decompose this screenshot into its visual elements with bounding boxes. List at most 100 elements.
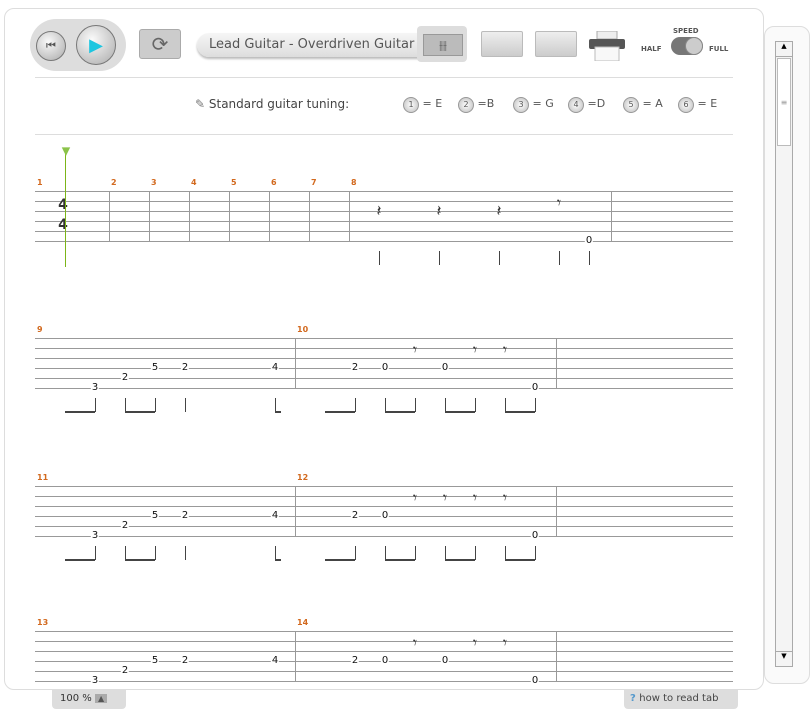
loop-button[interactable]: ⟳ (139, 29, 181, 59)
note-stem (95, 546, 96, 560)
tuning-peg-1[interactable]: 1 = E (403, 97, 442, 113)
note-stem (95, 398, 96, 412)
note-stem (275, 546, 276, 560)
barline (556, 486, 557, 536)
note-stem (155, 398, 156, 412)
help-icon: ? (630, 693, 640, 704)
note-beam (445, 411, 475, 413)
mixer-button[interactable]: ⫲⫲ (417, 26, 467, 62)
string-number: 6 (678, 97, 694, 113)
tuning-peg-4[interactable]: 4 =D (568, 97, 605, 113)
playhead[interactable] (65, 149, 66, 267)
measure-number: 12 (297, 473, 309, 482)
staff-line (35, 671, 733, 672)
track-selector[interactable]: Lead Guitar - Overdriven Guitar (197, 33, 439, 57)
playhead-marker-icon[interactable]: ▼ (62, 145, 70, 158)
measure-number: 7 (311, 178, 317, 187)
rewind-button[interactable]: ⏮ (36, 31, 66, 61)
string-note: =D (587, 97, 606, 110)
speed-half-label: HALF (641, 45, 662, 53)
barline (295, 486, 296, 536)
barline (269, 191, 270, 241)
fullscreen-button[interactable] (535, 31, 577, 57)
how-to-read-tab-button[interactable]: ? how to read tab (624, 689, 738, 709)
fret-number: 5 (150, 655, 160, 666)
eighth-rest-icon: 𝄾 (412, 340, 418, 359)
fret-number: 2 (120, 520, 130, 531)
tab-viewer: ⏮ ▶ ⟳ Lead Guitar - Overdriven Guitar ⫲⫲… (4, 8, 764, 690)
speed-switch[interactable] (671, 37, 703, 55)
staff-line (35, 651, 733, 652)
eighth-rest-icon: 𝄾 (556, 193, 562, 212)
play-button[interactable]: ▶ (76, 25, 116, 65)
note-beam (275, 411, 281, 413)
staff-line (35, 506, 733, 507)
vertical-scrollbar[interactable]: ▲ ≡ ▼ (775, 41, 793, 667)
fret-number: 0 (380, 362, 390, 373)
toolbar: ⏮ ▶ ⟳ Lead Guitar - Overdriven Guitar ⫲⫲… (5, 9, 763, 79)
scroll-up-arrow[interactable]: ▲ (776, 42, 792, 57)
eighth-rest-icon: 𝄾 (472, 340, 478, 359)
measure-number: 14 (297, 618, 309, 627)
tuning-peg-5[interactable]: 5 = A (623, 97, 663, 113)
fret-number: 4 (270, 655, 280, 666)
fret-number: 2 (120, 372, 130, 383)
string-note: =B (477, 97, 495, 110)
print-button[interactable] (589, 30, 625, 62)
scroll-panel: ▲ ≡ ▼ (764, 26, 810, 684)
note-stem (155, 546, 156, 560)
quarter-rest-icon: 𝄽 (436, 201, 442, 220)
printer-icon (589, 30, 625, 62)
barline (295, 338, 296, 388)
note-stem (475, 398, 476, 412)
note-beam (325, 559, 355, 561)
string-note: = E (697, 97, 718, 110)
tuner-button[interactable] (481, 31, 523, 57)
staff-line (35, 388, 733, 389)
note-stem (185, 398, 186, 412)
tuning-label: ✎ Standard guitar tuning: (195, 97, 349, 111)
staff-line (35, 496, 733, 497)
note-beam (125, 559, 155, 561)
fret-number: 4 (270, 510, 280, 521)
fret-number: 5 (150, 510, 160, 521)
zoom-up-icon[interactable]: ▲ (94, 694, 108, 703)
scroll-down-arrow[interactable]: ▼ (776, 651, 792, 666)
barline (556, 631, 557, 681)
help-label: how to read tab (639, 693, 719, 704)
divider (35, 134, 733, 135)
scroll-thumb[interactable]: ≡ (777, 58, 791, 146)
measure-number: 13 (37, 618, 49, 627)
speed-toggle[interactable]: SPEED HALF FULL (641, 27, 733, 61)
fret-number: 0 (530, 530, 540, 541)
eighth-rest-icon: 𝄾 (472, 488, 478, 507)
divider (35, 77, 733, 78)
eighth-rest-icon: 𝄾 (502, 488, 508, 507)
mixer-icon: ⫲⫲ (423, 34, 463, 56)
measure-number: 10 (297, 325, 309, 334)
fret-number: 0 (584, 235, 594, 246)
fret-number: 0 (530, 382, 540, 393)
zoom-value: 100 % (60, 693, 92, 704)
note-stem (415, 546, 416, 560)
fret-number: 3 (90, 382, 100, 393)
barline (611, 191, 612, 241)
fret-number: 3 (90, 530, 100, 541)
staff-line (35, 201, 733, 202)
staff-line (35, 526, 733, 527)
note-stem (125, 398, 126, 412)
measure-number: 5 (231, 178, 237, 187)
barline (229, 191, 230, 241)
speed-knob[interactable] (685, 37, 703, 55)
note-stem (355, 546, 356, 560)
string-number: 4 (568, 97, 584, 113)
string-note: = E (422, 97, 443, 110)
tuning-peg-3[interactable]: 3 = G (513, 97, 554, 113)
staff-line (35, 378, 733, 379)
tuning-peg-6[interactable]: 6 = E (678, 97, 717, 113)
staff-line (35, 358, 733, 359)
measure-number: 9 (37, 325, 43, 334)
zoom-control[interactable]: 100 % ▲ (52, 689, 126, 709)
tuning-peg-2[interactable]: 2 =B (458, 97, 494, 113)
string-number: 5 (623, 97, 639, 113)
